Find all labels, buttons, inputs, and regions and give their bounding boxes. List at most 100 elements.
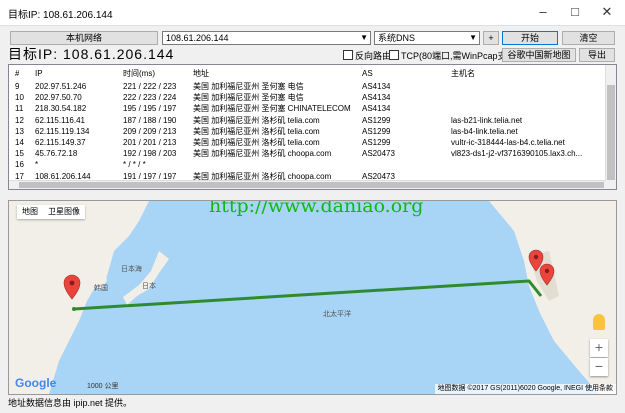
hop-ip: 218.30.54.182 — [35, 104, 87, 114]
hop-hostname: vultr-ic-318444-las-b4.c.telia.net — [451, 138, 565, 147]
hop-address: 美国 加利福尼亚州 洛杉矶 telia.com — [193, 138, 320, 147]
zoom-out-button[interactable]: − — [590, 358, 608, 376]
hop-index: 16 — [15, 160, 24, 170]
map-attribution[interactable]: 地图数据 ©2017 GS(2011)6020 Google, INEGI 使用… — [434, 384, 616, 394]
target-ip-value: 108.61.206.144 — [166, 33, 229, 43]
column-header-ip[interactable]: IP — [35, 68, 43, 80]
tab-satellite[interactable]: 卫星图像 — [43, 205, 85, 219]
checkbox-icon[interactable] — [389, 50, 399, 60]
table-row[interactable]: 10 202.97.50.70 222 / 223 / 224 美国 加利福尼亚州 圣… — [9, 92, 606, 104]
column-header-time[interactable]: 时间(ms) — [123, 68, 155, 80]
column-header-index[interactable]: # — [15, 68, 19, 80]
hop-address: 美国 加利福尼亚州 圣何塞 CHINATELECOM — [193, 104, 351, 114]
scrollbar-thumb[interactable] — [19, 182, 604, 188]
hop-time: 221 / 222 / 223 — [123, 82, 177, 91]
column-header-as[interactable]: AS — [362, 68, 373, 80]
hop-as: AS1299 — [362, 126, 391, 136]
local-network-button[interactable]: 本机网络 — [10, 31, 158, 45]
hop-time: 209 / 209 / 213 — [123, 126, 177, 136]
map-label-japan: 日本 — [142, 283, 156, 290]
hop-hostname: las-b21-link.telia.net — [451, 115, 523, 125]
location-marker-dot — [544, 268, 550, 274]
map-label-sea-of-japan: 日本海 — [121, 266, 142, 273]
hop-address: 美国 加利福尼亚州 洛杉矶 choopa.com — [193, 149, 332, 159]
hop-address: 美国 加利福尼亚州 洛杉矶 telia.com — [193, 126, 320, 136]
checkbox-icon[interactable] — [343, 50, 353, 60]
hop-index: 15 — [15, 149, 24, 159]
hop-hostname: las-b4-link.telia.net — [451, 126, 518, 136]
hop-ip: 45.76.72.18 — [35, 149, 78, 159]
table-row[interactable]: 11 218.30.54.182 195 / 195 / 197 美国 加利福尼亚州 … — [9, 103, 606, 115]
trace-results-table[interactable]: # IP 时间(ms) 地址 AS 主机名 9 202.97.51.246 221 … — [8, 64, 617, 190]
hop-ip: 62.115.119.134 — [35, 126, 90, 136]
window-title: 目标IP: 108.61.206.144 — [8, 10, 113, 21]
table-row[interactable]: 14 62.115.149.37 201 / 201 / 213 美国 加利福尼亚州 … — [9, 137, 606, 149]
hop-index: 14 — [15, 138, 24, 147]
location-marker-dot — [533, 254, 539, 260]
route-map[interactable]: 地图 卫星图像 http://www.daniao.org 韩国 日本 日本海 北… — [8, 200, 617, 395]
hop-index: 13 — [15, 126, 24, 136]
tab-map[interactable]: 地图 — [17, 205, 43, 219]
dns-select[interactable]: 系统DNS ▼ — [374, 31, 480, 45]
hop-address: 美国 加利福尼亚州 圣何塞 电信 — [193, 82, 304, 91]
origin-marker — [72, 307, 76, 311]
hop-ip: 202.97.51.246 — [35, 82, 87, 91]
map-scale: 1000 公里 — [87, 383, 119, 390]
japan-landmass — [123, 251, 169, 305]
tcp-label: TCP(80端口,需WinPcap支持) — [401, 51, 519, 61]
google-logo: Google — [15, 376, 57, 390]
column-header-address[interactable]: 地址 — [193, 68, 209, 80]
hop-as: AS4134 — [362, 104, 391, 114]
status-bar-text: 地址数据信息由 ipip.net 提供。 — [8, 398, 133, 408]
hop-time: 201 / 201 / 213 — [123, 138, 177, 147]
close-icon[interactable]: ✕ — [591, 0, 623, 25]
hop-index: 11 — [15, 104, 24, 114]
table-row[interactable]: 15 45.76.72.18 192 / 198 / 203 美国 加利福尼亚州 洛杉… — [9, 148, 606, 160]
hop-index: 9 — [15, 82, 20, 91]
table-row[interactable]: 9 202.97.51.246 221 / 222 / 223 美国 加利福尼亚州 圣… — [9, 81, 606, 93]
reverse-route-checkbox[interactable]: 反向路由 — [343, 49, 391, 62]
hop-as: AS4134 — [362, 82, 391, 91]
scrollbar-thumb[interactable] — [607, 85, 615, 180]
map-label-korea: 韩国 — [94, 285, 108, 292]
tcp-checkbox[interactable]: TCP(80端口,需WinPcap支持) — [389, 49, 519, 62]
dns-value: 系统DNS — [378, 33, 416, 43]
horizontal-scrollbar[interactable] — [9, 180, 606, 189]
hop-time: 195 / 195 / 197 — [123, 104, 177, 114]
hop-as: AS1299 — [362, 115, 391, 125]
start-button[interactable]: 开始 — [502, 31, 558, 45]
title-bar: 目标IP: 108.61.206.144 – □ ✕ — [0, 0, 625, 26]
hop-ip: 202.97.50.70 — [35, 93, 82, 103]
table-row[interactable]: 12 62.115.116.41 187 / 188 / 190 美国 加利福尼亚州 … — [9, 115, 606, 127]
hop-time: 222 / 223 / 224 — [123, 93, 177, 103]
hop-index: 12 — [15, 115, 24, 125]
table-row[interactable]: 13 62.115.119.134 209 / 209 / 213 美国 加利福尼亚州… — [9, 126, 606, 138]
zoom-in-button[interactable]: + — [590, 339, 608, 357]
map-type-tabs: 地图 卫星图像 — [17, 205, 85, 219]
hop-address: 美国 加利福尼亚州 洛杉矶 telia.com — [193, 115, 320, 125]
table-header: # IP 时间(ms) 地址 AS 主机名 — [9, 68, 606, 80]
chevron-down-icon[interactable]: ▼ — [360, 32, 368, 44]
hop-address: 美国 加利福尼亚州 圣何塞 电信 — [193, 93, 304, 103]
hop-as: AS20473 — [362, 149, 395, 159]
export-button[interactable]: 导出 — [579, 48, 615, 62]
clear-button[interactable]: 清空 — [562, 31, 615, 45]
chevron-down-icon[interactable]: ▼ — [469, 32, 477, 44]
watermark: http://www.daniao.org — [209, 200, 424, 217]
minimize-icon[interactable]: – — [527, 0, 559, 25]
table-row[interactable]: 16 * * / * / * — [9, 159, 606, 171]
hop-hostname: vl823-ds1-j2-vf3716390105.lax3.ch... — [451, 149, 583, 159]
target-ip-combobox[interactable]: 108.61.206.144 ▼ — [162, 31, 371, 45]
add-button[interactable]: + — [483, 31, 499, 45]
column-header-hostname[interactable]: 主机名 — [451, 68, 475, 80]
hop-as: AS4134 — [362, 93, 391, 103]
maximize-icon[interactable]: □ — [559, 0, 591, 25]
hop-time: 187 / 188 / 190 — [123, 115, 177, 125]
vertical-scrollbar[interactable] — [605, 65, 616, 189]
hop-time: 192 / 198 / 203 — [123, 149, 177, 159]
hop-time: * / * / * — [123, 160, 146, 170]
hop-as: AS1299 — [362, 138, 391, 147]
reverse-route-label: 反向路由 — [355, 51, 392, 61]
street-view-pegman-icon[interactable] — [593, 314, 605, 330]
google-china-map-button[interactable]: 谷歌中国新地图 — [502, 48, 576, 62]
